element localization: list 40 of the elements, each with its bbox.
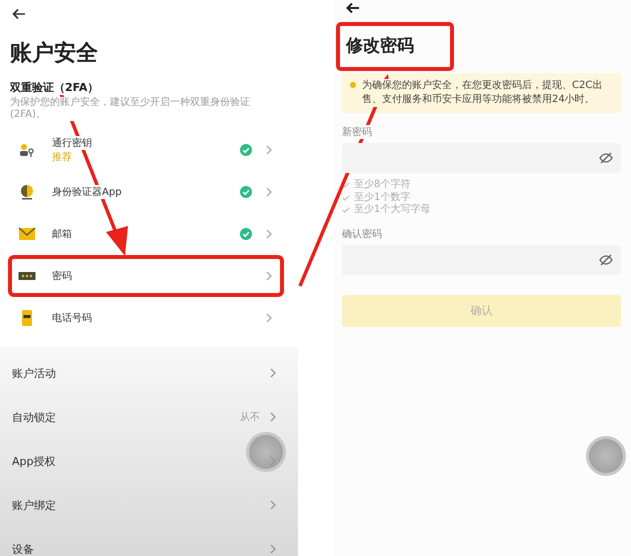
envelope-icon bbox=[18, 227, 36, 241]
row-label: 身份验证器App bbox=[52, 185, 122, 199]
security-row[interactable]: 电话号码 bbox=[8, 297, 284, 339]
chevron-right-icon bbox=[270, 412, 276, 422]
chevron-right-icon bbox=[270, 500, 276, 510]
chevron-right-icon bbox=[266, 187, 272, 197]
page-title: 修改密码 bbox=[336, 22, 454, 71]
password-field[interactable] bbox=[342, 244, 621, 274]
settings-item[interactable]: 账户绑定 bbox=[12, 498, 56, 512]
eye-off-icon[interactable] bbox=[599, 152, 613, 164]
row-label: 邮箱 bbox=[52, 227, 72, 241]
security-row[interactable]: 密码 bbox=[8, 255, 284, 297]
eye-off-icon[interactable] bbox=[599, 254, 613, 266]
chevron-right-icon bbox=[270, 544, 276, 554]
recommended-tag: 推荐 bbox=[52, 150, 72, 164]
settings-item[interactable]: 账户活动 bbox=[12, 366, 56, 380]
chevron-right-icon bbox=[270, 368, 276, 378]
chevron-right-icon bbox=[266, 271, 272, 281]
chevron-right-icon bbox=[266, 313, 272, 323]
security-row[interactable]: 通行密钥 推荐 bbox=[8, 129, 284, 171]
settings-item[interactable]: App授权 bbox=[12, 454, 56, 468]
row-label: 密码 bbox=[52, 269, 72, 283]
authenticator-icon bbox=[18, 184, 36, 200]
chevron-right-icon bbox=[266, 145, 272, 155]
field-label: 新密码 bbox=[342, 125, 372, 139]
page-title: 账户安全 bbox=[10, 40, 99, 68]
row-label: 电话号码 bbox=[52, 311, 92, 325]
settings-item[interactable]: 设备 bbox=[12, 542, 34, 556]
back-arrow-icon[interactable] bbox=[12, 8, 26, 20]
security-row[interactable]: 身份验证器App bbox=[8, 171, 284, 213]
user-key-icon bbox=[18, 143, 36, 157]
back-arrow-icon[interactable] bbox=[346, 2, 360, 14]
row-label: 通行密钥 bbox=[52, 136, 92, 150]
setting-value: 从不 bbox=[240, 410, 260, 424]
password-field[interactable] bbox=[342, 143, 621, 173]
field-label: 确认密码 bbox=[342, 226, 382, 240]
settings-item[interactable]: 自动锁定 bbox=[12, 410, 56, 424]
password-dots-icon bbox=[18, 271, 36, 281]
chevron-right-icon bbox=[270, 456, 276, 466]
chevron-right-icon bbox=[266, 229, 272, 239]
